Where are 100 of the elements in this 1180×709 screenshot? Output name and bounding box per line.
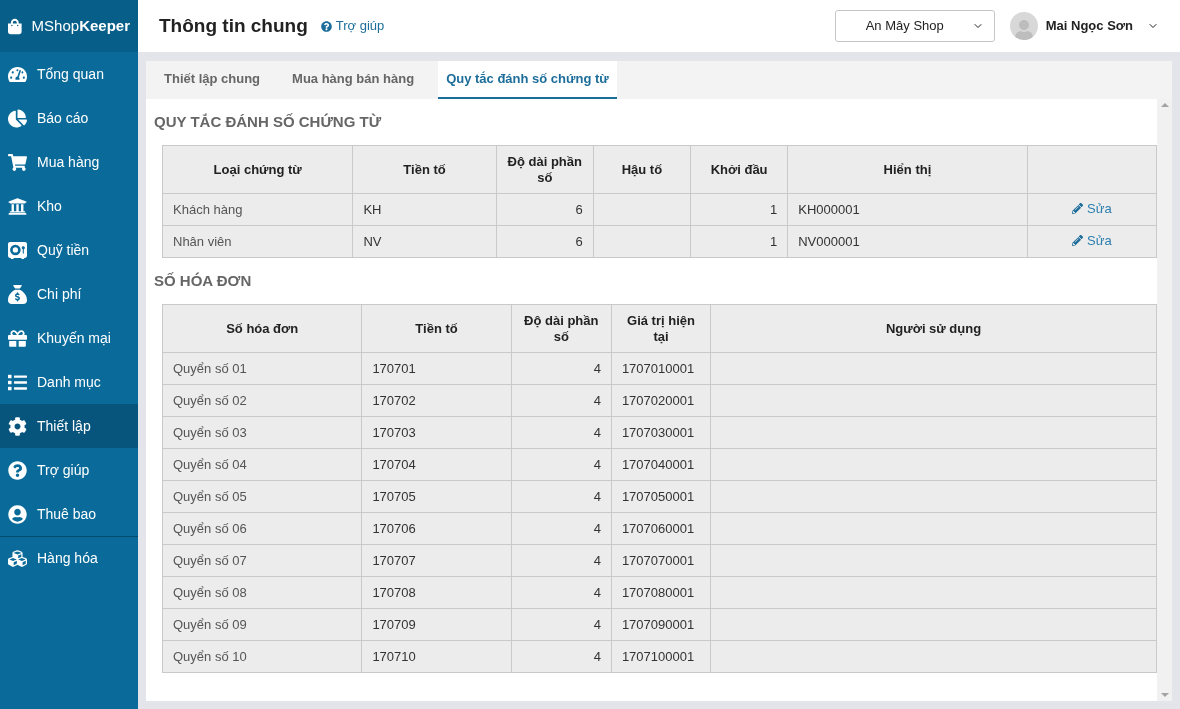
table-cell: 170709	[361, 608, 512, 641]
table-cell: Nhân viên	[162, 225, 353, 258]
scroll-up-icon	[1160, 103, 1169, 107]
bag-logo-icon	[8, 16, 22, 36]
column-header: Khởi đầu	[690, 145, 788, 194]
sidebar-item[interactable]: Kho	[0, 184, 138, 228]
table-cell: 6	[496, 193, 594, 226]
column-header: Tiền tố	[352, 145, 497, 194]
help-icon	[8, 460, 27, 480]
table-cell: Quyển số 07	[162, 544, 362, 577]
cart-icon	[8, 152, 27, 172]
table-cell: KH	[352, 193, 497, 226]
table-cell: 1707080001	[611, 576, 711, 609]
column-header: Người sử dụng	[710, 304, 1157, 353]
sidebar-item[interactable]: Danh mục	[0, 360, 138, 404]
column-header: Độ dài phần số	[496, 145, 594, 194]
user-menu[interactable]: Mai Ngọc Sơn	[1045, 16, 1159, 36]
sidebar-item[interactable]: Thiết lập	[0, 404, 138, 448]
table-cell: 170701	[361, 352, 512, 385]
settings-icon	[8, 416, 27, 436]
table-cell: 170710	[361, 640, 512, 673]
pencil-icon	[1072, 203, 1084, 215]
table-cell: NV	[352, 225, 497, 258]
table-cell: Quyển số 09	[162, 608, 362, 641]
help-link[interactable]: Trợ giúp	[320, 16, 385, 36]
column-header: Giá trị hiện tại	[611, 304, 711, 353]
column-header: Hậu tố	[593, 145, 691, 194]
table-cell: 4	[511, 512, 612, 545]
sidebar-item[interactable]: Hàng hóa	[0, 536, 138, 580]
sidebar-item[interactable]: Báo cáo	[0, 96, 138, 140]
avatar[interactable]	[1009, 12, 1038, 40]
user-icon	[8, 504, 27, 524]
pencil-icon	[1072, 235, 1084, 247]
table-cell: 1707100001	[611, 640, 711, 673]
list-icon	[8, 372, 27, 392]
table-cell: Quyển số 05	[162, 480, 362, 513]
cubes-icon	[8, 549, 27, 568]
sidebar-item[interactable]: Quỹ tiền	[0, 228, 138, 272]
column-header: Số hóa đơn	[162, 304, 362, 353]
bank-icon	[8, 196, 27, 216]
table-cell: 170706	[361, 512, 512, 545]
table-cell: 4	[511, 544, 612, 577]
tab[interactable]: Thiết lập chung	[156, 61, 269, 99]
table-cell: 1707040001	[611, 448, 711, 481]
table-cell: 170708	[361, 576, 512, 609]
sidebar-item[interactable]: Khuyến mại	[0, 316, 138, 360]
table-cell: 1707050001	[611, 480, 711, 513]
table-cell: 1707070001	[611, 544, 711, 577]
page-title: Thông tin chung	[159, 13, 308, 38]
table-cell: 170707	[361, 544, 512, 577]
table-cell: 1707090001	[611, 608, 711, 641]
table-cell: 1707030001	[611, 416, 711, 449]
table-cell: 170702	[361, 384, 512, 417]
edit-link[interactable]: Sửa	[1072, 231, 1112, 251]
sidebar-item[interactable]: Thuê bao	[0, 492, 138, 536]
table-cell: Quyển số 08	[162, 576, 362, 609]
table-cell: 170705	[361, 480, 512, 513]
table-cell: 4	[511, 640, 612, 673]
tab[interactable]: Quy tắc đánh số chứng từ	[438, 61, 617, 99]
table-cell: 1	[690, 193, 788, 226]
column-header: Độ dài phần số	[511, 304, 612, 353]
app-logo-text: MShopKeeper	[31, 15, 130, 36]
safe-icon	[8, 240, 27, 260]
sidebar-item[interactable]: Mua hàng	[0, 140, 138, 184]
table-cell: 170704	[361, 448, 512, 481]
table-cell: Quyển số 04	[162, 448, 362, 481]
table-cell: 170703	[361, 416, 512, 449]
column-header: Hiển thị	[787, 145, 1028, 194]
table-cell: 1707020001	[611, 384, 711, 417]
table-cell: 4	[511, 384, 612, 417]
money-bag-icon	[8, 284, 27, 304]
table-cell: Quyển số 03	[162, 416, 362, 449]
tab[interactable]: Mua hàng bán hàng	[284, 61, 423, 99]
table-cell: 4	[511, 480, 612, 513]
table-cell: 1707060001	[611, 512, 711, 545]
table-cell: Quyển số 01	[162, 352, 362, 385]
pie-chart-icon	[8, 108, 27, 128]
sidebar-item[interactable]: Tổng quan	[0, 52, 138, 96]
table-cell: 6	[496, 225, 594, 258]
dashboard-icon	[8, 64, 27, 84]
table-cell: Quyển số 10	[162, 640, 362, 673]
sidebar-item[interactable]: Trợ giúp	[0, 448, 138, 492]
edit-link[interactable]: Sửa	[1072, 199, 1112, 219]
table-cell: 4	[511, 448, 612, 481]
shop-dropdown[interactable]: An Mây Shop	[834, 10, 995, 42]
column-header: Loại chứng từ	[162, 145, 353, 194]
table-cell: 4	[511, 416, 612, 449]
table-cell: Khách hàng	[162, 193, 353, 226]
table-cell: 4	[511, 576, 612, 609]
table-cell: 4	[511, 352, 612, 385]
table-cell: 1707010001	[611, 352, 711, 385]
table-cell: Quyển số 06	[162, 512, 362, 545]
gift-icon	[8, 328, 27, 348]
section-title: QUY TẮC ĐÁNH SỐ CHỨNG TỪ	[153, 111, 383, 132]
table-cell: 1	[690, 225, 788, 258]
table-cell: 4	[511, 608, 612, 641]
sidebar-item[interactable]: Chi phí	[0, 272, 138, 316]
section-title: SỐ HÓA ĐƠN	[153, 270, 253, 291]
user-silhouette-icon	[1013, 20, 1034, 40]
table-cell: NV000001	[787, 225, 1028, 258]
